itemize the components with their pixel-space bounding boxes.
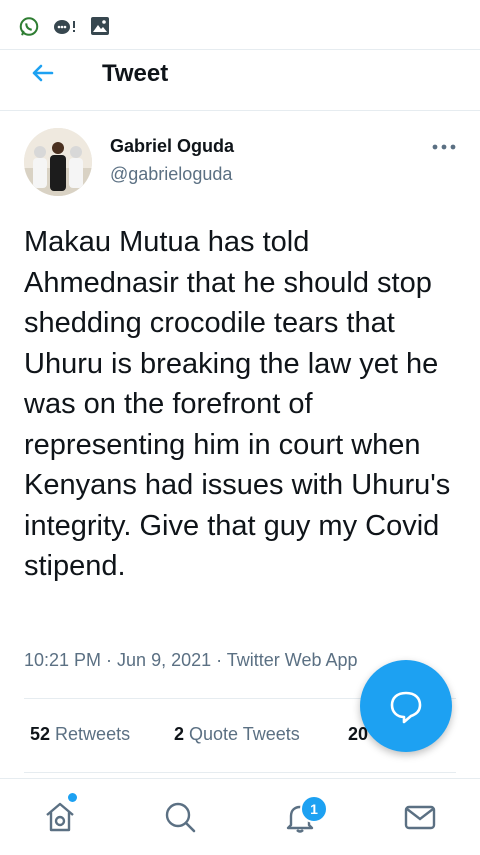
whatsapp-icon — [18, 16, 40, 43]
divider — [24, 772, 456, 773]
quote-tweets-stat[interactable]: 2 Quote Tweets — [174, 724, 300, 745]
author-name[interactable]: Gabriel Oguda — [110, 136, 234, 157]
messages-envelope-icon[interactable] — [402, 799, 438, 835]
tweet-text: Makau Mutua has told Ahmednasir that he … — [24, 226, 451, 582]
tweet-timestamp: 10:21 PM · Jun 9, 2021 · Twitter Web App — [24, 650, 358, 670]
more-options-icon[interactable] — [430, 140, 458, 152]
bottom-navigation: 1 — [0, 778, 480, 855]
chat-bubble-icon — [52, 16, 78, 43]
notifications-badge: 1 — [300, 795, 328, 823]
author-handle[interactable]: @gabrieloguda — [110, 164, 232, 185]
compose-message-button[interactable] — [360, 660, 452, 752]
message-bubble-icon — [390, 691, 422, 724]
new-content-dot — [68, 793, 77, 802]
search-icon[interactable] — [162, 799, 198, 835]
back-arrow-icon[interactable] — [28, 58, 58, 88]
status-bar — [0, 0, 480, 48]
retweets-stat[interactable]: 52 Retweets — [30, 724, 130, 745]
gallery-icon — [90, 16, 110, 41]
home-icon[interactable] — [42, 799, 78, 835]
avatar[interactable] — [24, 128, 92, 196]
page-title: Tweet — [102, 60, 169, 87]
top-app-bar: Tweet — [0, 50, 480, 111]
